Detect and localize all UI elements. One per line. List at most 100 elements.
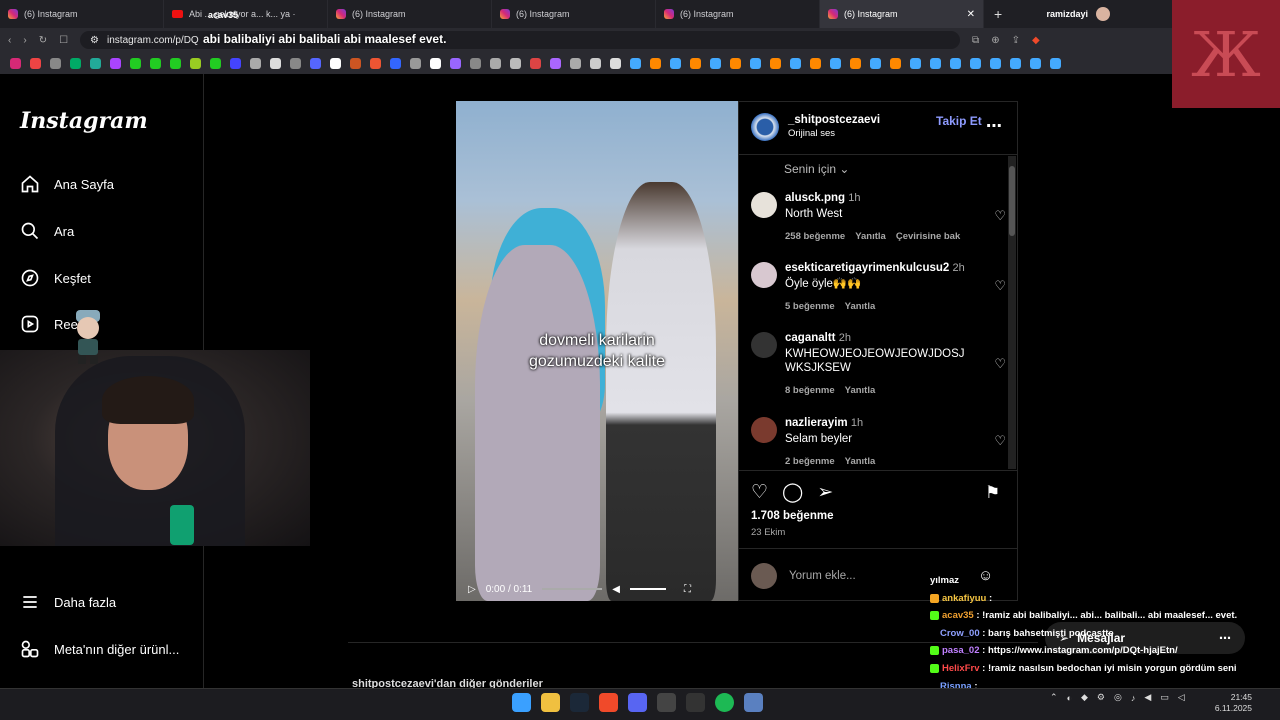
bookmark-icon[interactable] bbox=[230, 57, 241, 69]
bookmark-icon[interactable] bbox=[350, 57, 361, 69]
bookmark-icon[interactable] bbox=[1030, 57, 1041, 69]
bookmark-icon[interactable] bbox=[510, 57, 521, 69]
bookmark-icon[interactable] bbox=[290, 57, 301, 69]
windows-start-icon[interactable] bbox=[512, 693, 531, 712]
discord-icon[interactable] bbox=[628, 693, 647, 712]
browser-tab[interactable]: (6) Instagram bbox=[0, 0, 164, 28]
bookmark-icon[interactable] bbox=[150, 57, 161, 69]
comment-user[interactable]: esekticaretigayrimenkulcusu2 bbox=[785, 262, 949, 274]
bookmark-icon[interactable] bbox=[910, 57, 921, 69]
bookmark-icon[interactable] bbox=[170, 57, 181, 69]
bookmark-icon[interactable] bbox=[670, 57, 681, 69]
instagram-logo[interactable]: Instagram bbox=[20, 108, 148, 134]
sidebar-item-more[interactable]: Daha fazla bbox=[20, 592, 116, 612]
fullscreen-icon[interactable]: ⛶ bbox=[684, 584, 691, 595]
heart-icon[interactable]: ♡ bbox=[994, 208, 1006, 224]
post-author[interactable]: _shitpostcezaevi Orijinal ses bbox=[788, 114, 880, 139]
bookmark-icon[interactable] bbox=[470, 57, 481, 69]
like-icon[interactable]: ♡ bbox=[751, 481, 768, 504]
comment-avatar[interactable] bbox=[751, 332, 777, 358]
bookmark-icon[interactable] bbox=[630, 57, 641, 69]
back-icon[interactable]: ‹ bbox=[8, 35, 11, 46]
bookmark-icon[interactable] bbox=[770, 57, 781, 69]
comment-avatar[interactable] bbox=[751, 262, 777, 288]
bookmark-icon[interactable]: ☐ bbox=[59, 35, 68, 46]
bookmark-icon[interactable] bbox=[870, 57, 881, 69]
browser-tab[interactable]: (6) Instagram bbox=[656, 0, 820, 28]
bookmark-icon[interactable] bbox=[830, 57, 841, 69]
bookmark-icon[interactable] bbox=[550, 57, 561, 69]
bookmark-icon[interactable] bbox=[710, 57, 721, 69]
extensions-icon[interactable]: ⧉ bbox=[972, 35, 979, 46]
volume-icon[interactable]: ◀ bbox=[612, 584, 620, 595]
bookmark-icon[interactable] bbox=[130, 57, 141, 69]
browser-profile[interactable]: ramizdayi bbox=[1046, 0, 1110, 28]
microphone-icon[interactable]: ♪ bbox=[1131, 693, 1136, 703]
new-tab-button[interactable]: + bbox=[984, 0, 1012, 28]
bookmark-icon[interactable] bbox=[590, 57, 601, 69]
reply-button[interactable]: Yanıtla bbox=[845, 301, 876, 312]
epic-games-icon[interactable] bbox=[657, 693, 676, 712]
bookmark-icon[interactable] bbox=[110, 57, 121, 69]
reply-button[interactable]: Yanıtla bbox=[845, 456, 876, 467]
sidebar-item-search[interactable]: Ara bbox=[20, 221, 74, 241]
author-avatar[interactable] bbox=[751, 113, 779, 141]
bookmark-icon[interactable] bbox=[10, 57, 21, 69]
sidebar-item-home[interactable]: Ana Sayfa bbox=[20, 174, 114, 194]
bookmark-icon[interactable] bbox=[810, 57, 821, 69]
tray-icon[interactable]: ◐ bbox=[1067, 693, 1072, 703]
bookmark-icon[interactable] bbox=[370, 57, 381, 69]
play-icon[interactable]: ▷ bbox=[468, 584, 476, 595]
heart-icon[interactable]: ♡ bbox=[994, 356, 1006, 372]
app-icon[interactable] bbox=[744, 693, 763, 712]
bookmark-icon[interactable] bbox=[210, 57, 221, 69]
zoom-icon[interactable]: ⊕ bbox=[991, 35, 999, 46]
browser-tab-active[interactable]: (6) Instagram ✕ bbox=[820, 0, 984, 28]
comment-likes[interactable]: 5 beğenme bbox=[785, 301, 835, 312]
bookmark-icon[interactable] bbox=[970, 57, 981, 69]
share-icon[interactable]: ⇪ bbox=[1012, 35, 1020, 46]
bookmark-icon[interactable] bbox=[50, 57, 61, 69]
bookmark-icon[interactable] bbox=[930, 57, 941, 69]
bookmark-icon[interactable] bbox=[690, 57, 701, 69]
chevron-up-icon[interactable]: ⌃ bbox=[1050, 692, 1058, 703]
site-info-icon[interactable]: ⚙ bbox=[90, 35, 99, 46]
taskbar-clock[interactable]: 21:45 6.11.2025 bbox=[1212, 692, 1252, 714]
comment-sort-dropdown[interactable]: Senin için ⌄ bbox=[784, 162, 849, 176]
comment-user[interactable]: alusck.png bbox=[785, 192, 845, 204]
sidebar-item-explore[interactable]: Keşfet bbox=[20, 268, 91, 288]
browser-tab[interactable]: (6) Instagram bbox=[328, 0, 492, 28]
share-icon[interactable]: ➢ bbox=[817, 481, 833, 504]
comment-icon[interactable]: ◯ bbox=[782, 481, 803, 504]
progress-bar[interactable] bbox=[542, 588, 603, 590]
network-icon[interactable]: ▭ bbox=[1160, 692, 1169, 703]
bookmark-icon[interactable] bbox=[490, 57, 501, 69]
bookmark-icon[interactable] bbox=[250, 57, 261, 69]
speaker-icon[interactable]: ◁ bbox=[1178, 692, 1185, 703]
heart-icon[interactable]: ♡ bbox=[994, 278, 1006, 294]
follow-button[interactable]: Takip Et bbox=[936, 114, 982, 128]
volume-icon[interactable]: ◀ bbox=[1144, 692, 1151, 703]
close-tab-icon[interactable]: ✕ bbox=[967, 9, 975, 20]
bookmark-icon[interactable] bbox=[90, 57, 101, 69]
bookmark-icon[interactable] bbox=[730, 57, 741, 69]
brave-shield-icon[interactable]: ◆ bbox=[1032, 35, 1040, 46]
like-count[interactable]: 1.708 beğenme bbox=[751, 510, 833, 522]
bookmark-icon[interactable] bbox=[330, 57, 341, 69]
bookmark-icon[interactable] bbox=[270, 57, 281, 69]
comment-likes[interactable]: 8 beğenme bbox=[785, 385, 835, 396]
bookmark-icon[interactable] bbox=[310, 57, 321, 69]
comment-avatar[interactable] bbox=[751, 192, 777, 218]
translate-button[interactable]: Çevirisine bak bbox=[896, 231, 960, 242]
bookmark-icon[interactable] bbox=[610, 57, 621, 69]
obs-icon[interactable] bbox=[686, 693, 705, 712]
bookmark-icon[interactable] bbox=[390, 57, 401, 69]
save-icon[interactable]: ⚑ bbox=[985, 483, 1000, 503]
sidebar-item-meta[interactable]: Meta'nın diğer ürünl... bbox=[20, 639, 179, 659]
bookmark-icon[interactable] bbox=[530, 57, 541, 69]
bookmark-icon[interactable] bbox=[450, 57, 461, 69]
browser-tab[interactable]: Abi ... gelmiyor a... k... ya · bbox=[164, 0, 328, 28]
comment-input[interactable]: Yorum ekle... bbox=[789, 570, 856, 582]
heart-icon[interactable]: ♡ bbox=[994, 433, 1006, 449]
bookmark-icon[interactable] bbox=[750, 57, 761, 69]
